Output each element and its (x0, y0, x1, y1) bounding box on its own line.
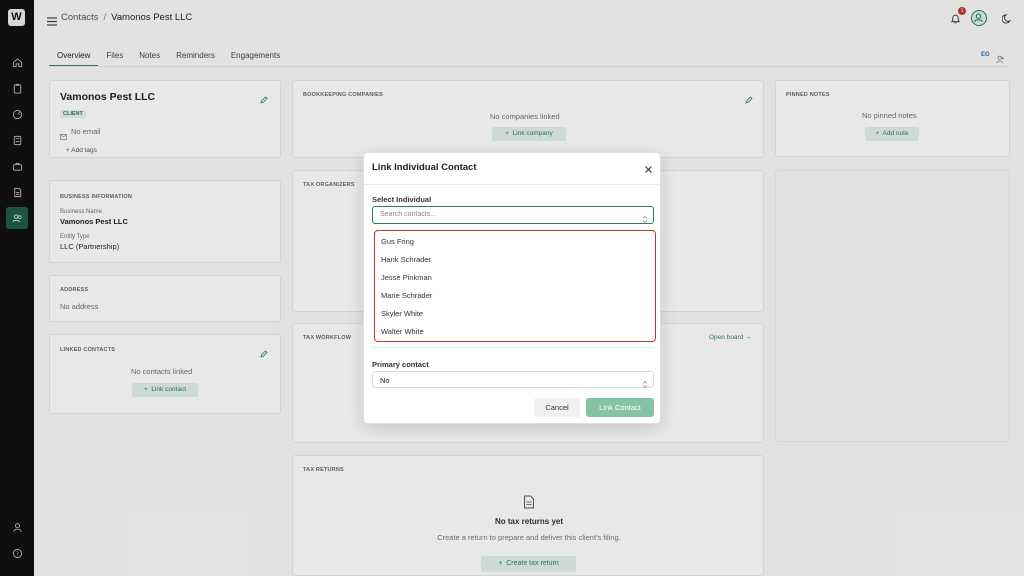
list-item[interactable]: Gus Fring (381, 237, 414, 246)
primary-contact-label: Primary contact (372, 360, 429, 369)
modal-title: Link Individual Contact (372, 162, 477, 173)
link-contact-submit-button[interactable]: Link Contact (586, 398, 654, 417)
chevron-updown-icon (642, 211, 648, 224)
contact-dropdown-list: Gus Fring Hank Schrader Jesse Pinkman Ma… (374, 230, 656, 342)
link-contact-modal: Link Individual Contact Select Individua… (363, 152, 661, 424)
modal-divider (364, 184, 661, 185)
primary-contact-value: No (380, 376, 390, 385)
list-item[interactable]: Hank Schrader (381, 255, 431, 264)
search-input[interactable]: Search contacts... (372, 206, 654, 224)
chevron-updown-icon (642, 376, 648, 389)
search-placeholder: Search contacts... (380, 211, 437, 218)
close-icon[interactable] (643, 162, 654, 173)
cancel-button[interactable]: Cancel (534, 398, 580, 417)
list-item[interactable]: Marie Schrader (381, 291, 432, 300)
list-item[interactable]: Jesse Pinkman (381, 273, 432, 282)
primary-contact-select[interactable]: No (372, 371, 654, 389)
list-item[interactable]: Walter White (381, 327, 424, 336)
select-individual-label: Select Individual (372, 195, 432, 204)
field-divider (372, 347, 654, 348)
list-item[interactable]: Skyler White (381, 309, 423, 318)
